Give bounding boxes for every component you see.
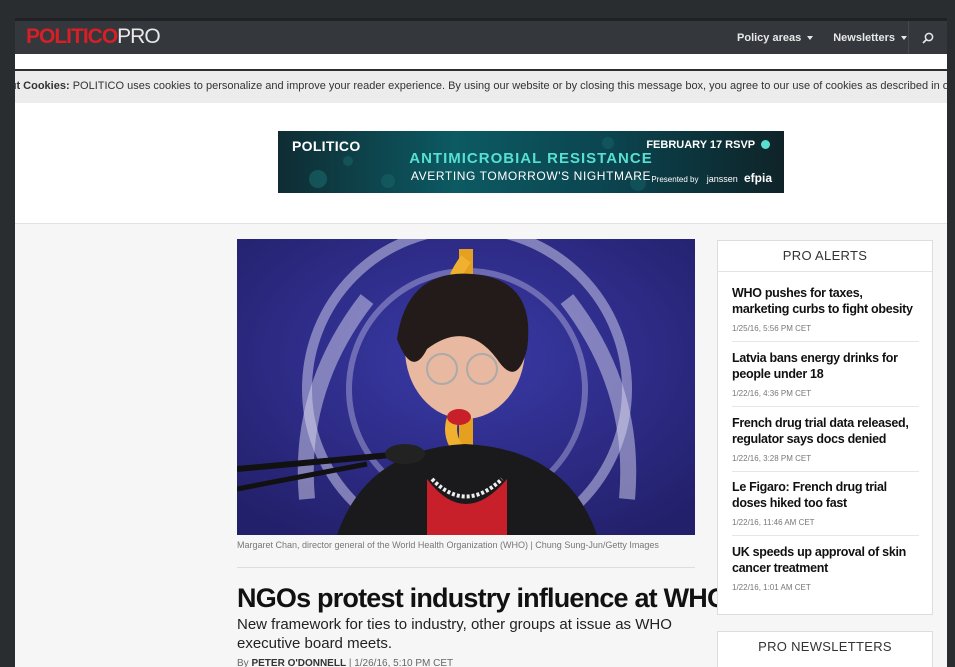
politico-pro-logo[interactable]: POLITICOPRO (26, 25, 161, 49)
who-press-photo (237, 239, 695, 535)
logo-pro-text: PRO (117, 25, 161, 48)
cookie-notice-text: POLITICO uses cookies to personalize and… (72, 80, 947, 92)
ad-container: POLITICO ANTIMICROBIAL RESISTANCE AVERTI… (15, 103, 947, 224)
nav-newsletters-label: Newsletters (833, 31, 895, 44)
cookie-notice-bar: out Cookies: POLITICO uses cookies to pe… (15, 69, 947, 103)
ad-title: ANTIMICROBIAL RESISTANCE (409, 150, 653, 167)
alert-item[interactable]: Latvia bans energy drinks for people und… (732, 350, 919, 407)
alert-title[interactable]: French drug trial data released, regulat… (732, 415, 919, 447)
image-caption: Margaret Chan, director general of the W… (237, 540, 659, 550)
alert-date: 1/22/16, 4:36 PM CET (732, 389, 812, 398)
rsvp-arrow-icon (761, 140, 770, 149)
byline-date: | 1/26/16, 5:10 PM CET (348, 658, 454, 667)
article-subheadline: New framework for ties to industry, othe… (237, 616, 672, 652)
main-nav: Policy areas Newsletters (717, 21, 907, 54)
alert-title[interactable]: Latvia bans energy drinks for people und… (732, 350, 919, 382)
alert-item[interactable]: Le Figaro: French drug trial doses hiked… (732, 479, 919, 536)
ad-sponsors: Presented by janssen efpia (651, 171, 772, 185)
caption-divider (237, 567, 695, 568)
article-headline[interactable]: NGOs protest industry influence at WHO (237, 582, 728, 614)
main-content: POLITICO ANTIMICROBIAL RESISTANCE AVERTI… (15, 103, 947, 667)
search-button[interactable] (908, 21, 947, 54)
ad-sponsor-janssen: janssen (706, 174, 738, 184)
search-icon (922, 32, 934, 44)
alert-title[interactable]: Le Figaro: French drug trial doses hiked… (732, 479, 919, 511)
pro-newsletters-panel: PRO NEWSLETTERS (717, 631, 933, 667)
ad-presented-by: Presented by (651, 175, 699, 184)
byline-author[interactable]: PETER O'DONNELL (251, 658, 346, 667)
alert-item[interactable]: UK speeds up approval of skin cancer tre… (732, 544, 919, 600)
nav-policy-areas-label: Policy areas (737, 31, 802, 44)
alert-date: 1/22/16, 11:46 AM CET (732, 518, 815, 527)
nav-newsletters[interactable]: Newsletters (833, 32, 907, 44)
alert-title[interactable]: UK speeds up approval of skin cancer tre… (732, 544, 919, 576)
article-byline: By PETER O'DONNELL | 1/26/16, 5:10 PM CE… (237, 658, 453, 667)
pro-alerts-panel: PRO ALERTS WHO pushes for taxes, marketi… (717, 240, 933, 615)
ad-date-rsvp: FEBRUARY 17 RSVP (646, 139, 770, 151)
top-navigation-bar: POLITICOPRO Policy areas Newsletters (15, 18, 947, 54)
alert-date: 1/22/16, 1:01 AM CET (732, 583, 811, 592)
chevron-down-icon (901, 35, 907, 40)
logo-politico-text: POLITICO (26, 25, 118, 48)
alert-date: 1/22/16, 3:28 PM CET (732, 454, 812, 463)
alert-item[interactable]: French drug trial data released, regulat… (732, 415, 919, 472)
alert-title[interactable]: WHO pushes for taxes, marketing curbs to… (732, 285, 919, 317)
chevron-down-icon (807, 35, 814, 40)
pro-alerts-title: PRO ALERTS (718, 241, 932, 272)
browser-viewport: POLITICOPRO Policy areas Newsletters out… (15, 18, 947, 667)
event-banner-ad[interactable]: POLITICO ANTIMICROBIAL RESISTANCE AVERTI… (278, 131, 784, 193)
cookie-notice-label: out Cookies: (15, 80, 70, 92)
ad-sponsor-efpia: efpia (743, 171, 772, 185)
nav-policy-areas[interactable]: Policy areas (737, 31, 814, 44)
pro-newsletters-title: PRO NEWSLETTERS (758, 639, 892, 654)
byline-by: By (237, 658, 249, 667)
ad-date-text: FEBRUARY 17 RSVP (646, 139, 755, 151)
article-hero-image[interactable] (237, 239, 695, 535)
alert-item[interactable]: WHO pushes for taxes, marketing curbs to… (732, 285, 919, 342)
alert-date: 1/25/16, 5:56 PM CET (732, 324, 812, 333)
